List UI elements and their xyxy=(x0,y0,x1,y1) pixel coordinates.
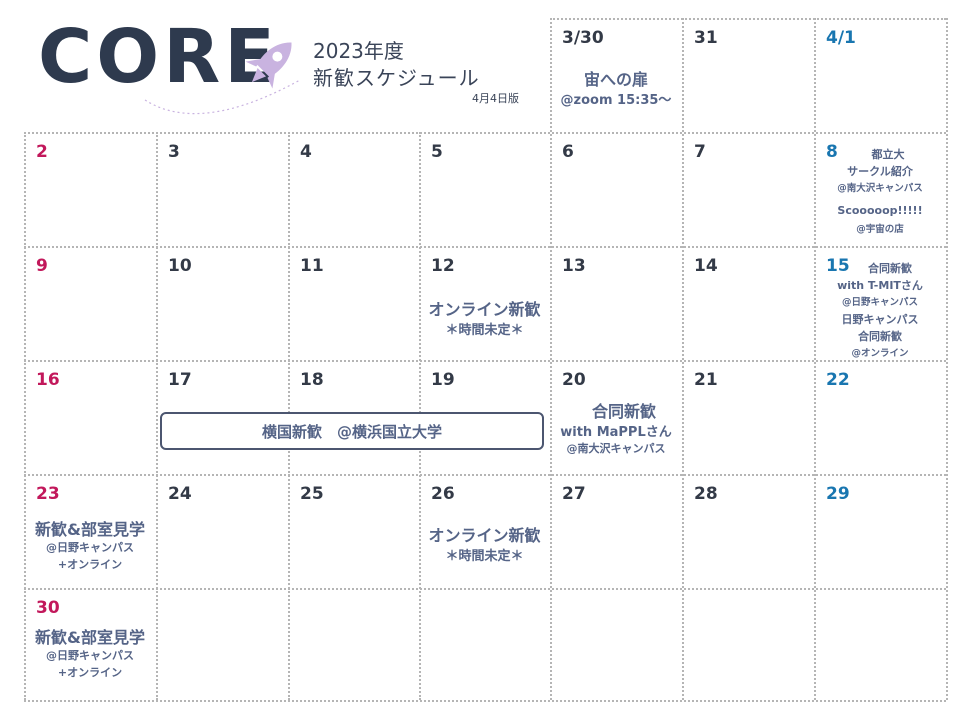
day-cell-4-26[interactable]: 26 オンライン新歓 ＊時間未定＊ xyxy=(419,474,550,588)
day-number: 7 xyxy=(694,142,706,162)
day-number: 3 xyxy=(168,142,180,162)
day-cell-4-30[interactable]: 30 新歓&部室見学 @日野キャンパス +オンライン xyxy=(24,588,156,700)
day-number: 3/30 xyxy=(562,28,604,48)
event-title: オンライン新歓 xyxy=(428,300,541,319)
day-cell-3-31[interactable]: 31 xyxy=(682,18,814,132)
yokokoku-event-banner[interactable]: 横国新歓 @横浜国立大学 xyxy=(160,412,544,450)
event-with: with MaPPLさん xyxy=(560,425,672,440)
day-cell-4-24[interactable]: 24 xyxy=(156,474,288,588)
day-cell-4-3[interactable]: 3 xyxy=(156,132,288,246)
day-cell-4-7[interactable]: 7 xyxy=(682,132,814,246)
event-title: 合同新歓 xyxy=(591,402,656,421)
day-cell-4-10[interactable]: 10 xyxy=(156,246,288,360)
day-cell-4-27[interactable]: 27 xyxy=(550,474,682,588)
day-cell-4-22[interactable]: 22 xyxy=(814,360,946,474)
edition-label: 4月4日版 xyxy=(472,92,519,105)
day-number: 22 xyxy=(826,370,850,390)
day-number: 19 xyxy=(431,370,455,390)
day-number: 18 xyxy=(300,370,324,390)
day-number: 4/1 xyxy=(826,28,856,48)
event-place: @南大沢キャンパス xyxy=(566,442,666,455)
event-title: 合同新歓 xyxy=(868,262,912,275)
day-number: 21 xyxy=(694,370,718,390)
event-title: 新歓&部室見学 xyxy=(35,628,145,647)
day-number: 2 xyxy=(36,142,48,162)
day-cell-3-30[interactable]: 3/30 宙への扉 @zoom 15:35～ xyxy=(550,18,682,132)
day-cell-4-25[interactable]: 25 xyxy=(288,474,419,588)
day-number: 10 xyxy=(168,256,192,276)
event-title: Scooooop!!!!! xyxy=(837,204,923,217)
day-cell-4-16[interactable]: 16 xyxy=(24,360,156,474)
day-cell-4-12[interactable]: 12 オンライン新歓 ＊時間未定＊ xyxy=(419,246,550,360)
day-cell-4-29[interactable]: 29 xyxy=(814,474,946,588)
day-number: 29 xyxy=(826,484,850,504)
grid-line xyxy=(24,700,946,702)
page-title: 新歓スケジュール xyxy=(313,66,480,90)
event-place: @日野キャンパス xyxy=(841,297,918,308)
event-place: @南大沢キャンパス xyxy=(837,183,923,194)
event-title: 日野キャンパス xyxy=(841,313,919,326)
day-cell-4-13[interactable]: 13 xyxy=(550,246,682,360)
day-number: 13 xyxy=(562,256,586,276)
day-number: 17 xyxy=(168,370,192,390)
day-number: 25 xyxy=(300,484,324,504)
day-cell-4-2[interactable]: 2 xyxy=(24,132,156,246)
event-title: 宙への扉 xyxy=(583,70,648,89)
day-number: 20 xyxy=(562,370,586,390)
day-cell-4-4[interactable]: 4 xyxy=(288,132,419,246)
event-place: +オンライン xyxy=(57,558,123,571)
day-number: 28 xyxy=(694,484,718,504)
event-place: @日野キャンパス xyxy=(46,649,134,662)
day-number: 9 xyxy=(36,256,48,276)
calendar-header: CORE 2023年度 新歓スケジュール 4月4日版 xyxy=(0,0,550,132)
day-cell-4-21[interactable]: 21 xyxy=(682,360,814,474)
event-title: サークル紹介 xyxy=(847,165,913,178)
day-number: 5 xyxy=(431,142,443,162)
day-cell-4-5[interactable]: 5 xyxy=(419,132,550,246)
grid-line xyxy=(946,18,948,700)
day-cell-4-6[interactable]: 6 xyxy=(550,132,682,246)
day-number: 27 xyxy=(562,484,586,504)
event-detail: @zoom 15:35～ xyxy=(560,93,672,108)
event-title: 合同新歓 xyxy=(858,330,902,343)
day-cell-4-23[interactable]: 23 新歓&部室見学 @日野キャンパス +オンライン xyxy=(24,474,156,588)
event-title: オンライン新歓 xyxy=(428,526,541,545)
day-number: 26 xyxy=(431,484,455,504)
day-cell-4-28[interactable]: 28 xyxy=(682,474,814,588)
day-number: 4 xyxy=(300,142,312,162)
day-number: 16 xyxy=(36,370,60,390)
grid-line xyxy=(24,588,946,590)
day-number: 14 xyxy=(694,256,718,276)
year-label: 2023年度 xyxy=(313,39,404,63)
event-title: 新歓&部室見学 xyxy=(35,520,145,539)
day-number: 6 xyxy=(562,142,574,162)
day-number: 23 xyxy=(36,484,60,504)
day-number: 30 xyxy=(36,598,60,618)
day-cell-4-14[interactable]: 14 xyxy=(682,246,814,360)
event-place: @日野キャンパス xyxy=(46,541,134,554)
day-number: 24 xyxy=(168,484,192,504)
day-cell-4-15[interactable]: 15 合同新歓 with T-MITさん @日野キャンパス 日野キャンパス 合同… xyxy=(814,246,946,360)
day-cell-4-8[interactable]: 8 都立大 サークル紹介 @南大沢キャンパス Scooooop!!!!! @宇宙… xyxy=(814,132,946,246)
day-cell-4-9[interactable]: 9 xyxy=(24,246,156,360)
day-cell-4-20[interactable]: 20 合同新歓 with MaPPLさん @南大沢キャンパス xyxy=(550,360,682,474)
event-note: ＊時間未定＊ xyxy=(445,549,524,564)
event-place: +オンライン xyxy=(57,666,123,679)
day-cell-4-11[interactable]: 11 xyxy=(288,246,419,360)
event-title: with T-MITさん xyxy=(837,279,923,292)
rocket-icon xyxy=(245,42,292,89)
event-title: 都立大 xyxy=(871,148,905,161)
day-number: 11 xyxy=(300,256,324,276)
event-place: @オンライン xyxy=(851,348,909,359)
day-cell-4-1[interactable]: 4/1 xyxy=(814,18,946,132)
event-note: ＊時間未定＊ xyxy=(445,323,524,338)
event-place: @宇宙の店 xyxy=(856,224,904,235)
day-number: 31 xyxy=(694,28,718,48)
day-number: 12 xyxy=(431,256,455,276)
